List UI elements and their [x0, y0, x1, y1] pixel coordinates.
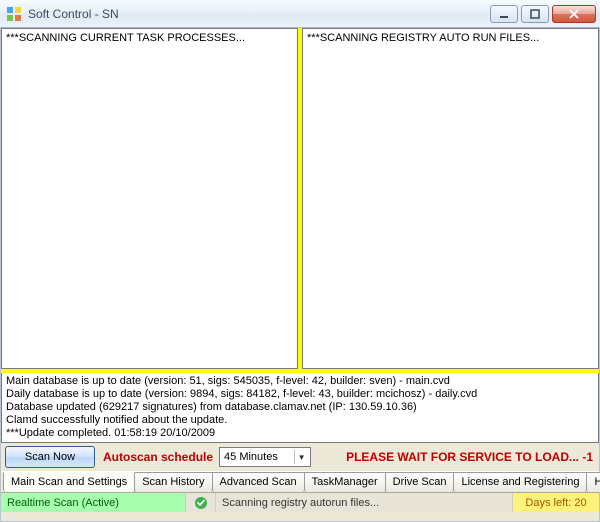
autoscan-schedule-select[interactable]: 45 Minutes ▼ [219, 447, 311, 467]
title-bar: Soft Control - SN [0, 0, 600, 28]
update-log: Main database is up to date (version: 51… [1, 373, 599, 443]
scan-now-button[interactable]: Scan Now [5, 446, 95, 468]
tab-drive-scan[interactable]: Drive Scan [385, 472, 455, 492]
schedule-value: 45 Minutes [224, 451, 278, 463]
chevron-down-icon: ▼ [294, 450, 308, 464]
tab-help[interactable]: Help [586, 472, 600, 492]
task-process-header: ***SCANNING CURRENT TASK PROCESSES... [6, 32, 293, 44]
registry-panel: ***SCANNING REGISTRY AUTO RUN FILES... [302, 28, 599, 369]
log-line: ***Update completed. 01:58:19 20/10/2009 [6, 427, 594, 440]
maximize-button[interactable] [521, 5, 549, 23]
task-process-panel: ***SCANNING CURRENT TASK PROCESSES... [1, 28, 298, 369]
app-icon [6, 6, 22, 22]
window-buttons [490, 5, 596, 23]
minimize-button[interactable] [490, 5, 518, 23]
client-area: ***SCANNING CURRENT TASK PROCESSES... **… [0, 28, 600, 522]
tab-strip: Main Scan and Settings Scan History Adva… [1, 471, 599, 492]
log-line: Main database is up to date (version: 51… [6, 375, 594, 388]
status-bar: Realtime Scan (Active) Scanning registry… [1, 492, 599, 512]
status-realtime: Realtime Scan (Active) [1, 493, 186, 512]
status-ok-icon [186, 493, 216, 512]
log-line: Database updated (629217 signatures) fro… [6, 401, 594, 414]
log-line: Clamd successfully notified about the up… [6, 414, 594, 427]
tab-license[interactable]: License and Registering [453, 472, 587, 492]
control-bar: Scan Now Autoscan schedule 45 Minutes ▼ … [1, 443, 599, 471]
tab-main-scan[interactable]: Main Scan and Settings [3, 472, 135, 492]
service-wait-message: PLEASE WAIT FOR SERVICE TO LOAD... -1 [317, 450, 595, 464]
window-title: Soft Control - SN [28, 7, 490, 21]
registry-header: ***SCANNING REGISTRY AUTO RUN FILES... [307, 32, 594, 44]
autoscan-label: Autoscan schedule [103, 450, 213, 464]
log-line: Daily database is up to date (version: 9… [6, 388, 594, 401]
tab-advanced-scan[interactable]: Advanced Scan [212, 472, 305, 492]
status-days-left: Days left: 20 [513, 493, 599, 512]
close-button[interactable] [552, 5, 596, 23]
status-scan-text: Scanning registry autorun files... [216, 493, 513, 512]
tab-task-manager[interactable]: TaskManager [304, 472, 386, 492]
scan-panels: ***SCANNING CURRENT TASK PROCESSES... **… [1, 28, 599, 373]
tab-scan-history[interactable]: Scan History [134, 472, 212, 492]
